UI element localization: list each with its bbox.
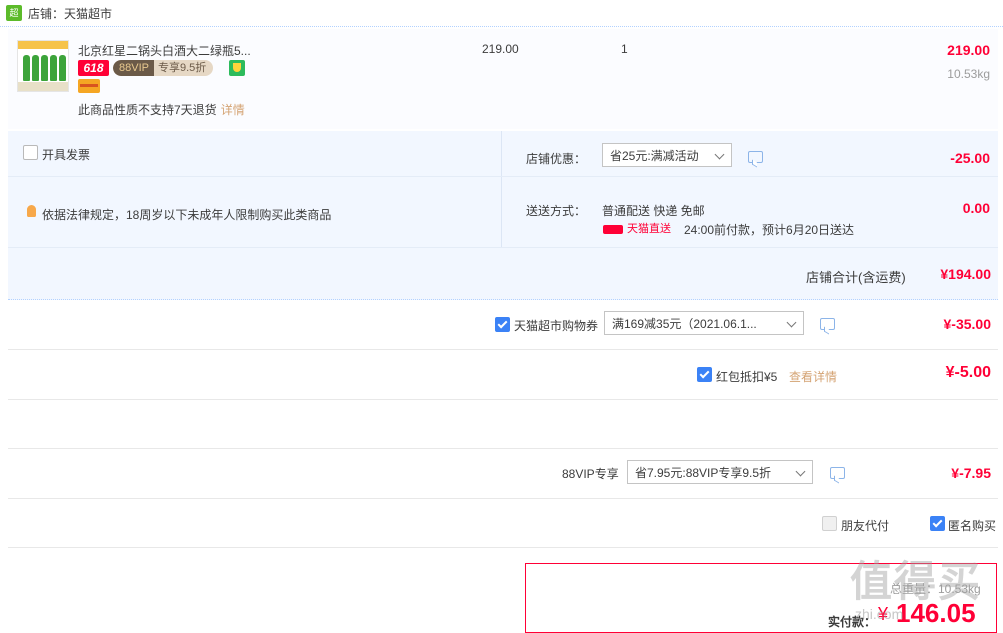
quantity: 1 (621, 42, 628, 56)
unit-price: 219.00 (482, 42, 519, 56)
return-policy-detail-link[interactable]: 详情 (221, 103, 245, 117)
friend-pay-checkbox[interactable] (822, 516, 837, 531)
divider (501, 131, 502, 247)
tmall-coupon-select-value: 满169减35元（2021.06.1... (612, 317, 757, 331)
credit-card-icon (78, 79, 100, 93)
shop-discount-label: 店铺优惠： (526, 152, 587, 166)
promo-618-badge: 618 (78, 60, 109, 76)
tmall-cat-icon (603, 224, 623, 234)
invoice-checkbox[interactable] (23, 145, 38, 160)
shop-discount-amount: -25.00 (950, 150, 990, 166)
vip-badge-right: 专享9.5折 (157, 62, 207, 74)
shop-total-label: 店铺合计(含运费) (806, 270, 906, 285)
tmall-direct-logo: 天猫直送 (603, 220, 675, 235)
shipping-label: 送送方式： (526, 204, 587, 218)
chevron-down-icon (795, 466, 806, 477)
shipping-amount: 0.00 (962, 200, 990, 216)
redpacket-amount: ¥-5.00 (945, 364, 991, 381)
shop-total: ¥194.00 (940, 266, 991, 282)
item-weight: 10.53kg (947, 67, 990, 81)
chevron-down-icon (714, 149, 725, 160)
shop-name[interactable]: 店铺：天猫超市 (28, 5, 112, 22)
legal-notice: 依据法律规定，18周岁以下未成年人限制购买此类商品 (42, 208, 332, 222)
tmall-supermarket-logo-icon: 超市 (6, 5, 22, 34)
shop-discount-select[interactable]: 省25元:满减活动 (602, 143, 732, 167)
guarantee-shield-icon (229, 60, 245, 76)
lightbulb-icon (27, 205, 36, 217)
vip-discount-select-value: 省7.95元:88VIP专享9.5折 (635, 466, 772, 480)
return-policy-note: 此商品性质不支持7天退货 详情 (78, 101, 245, 118)
item-title[interactable]: 北京红星二锅头白酒大二绿瓶5... (78, 42, 251, 59)
message-icon[interactable] (830, 467, 845, 479)
watermark-site: zhi.com (855, 606, 904, 622)
vip-badge-left: 88VIP (113, 60, 154, 76)
tmall-direct-text: 天猫直送 (627, 223, 671, 235)
message-icon[interactable] (748, 151, 763, 163)
chevron-down-icon (786, 317, 797, 328)
vip-discount-badge: 88VIP 专享9.5折 (113, 60, 214, 76)
divider (8, 498, 998, 499)
message-icon[interactable] (820, 318, 835, 330)
tmall-coupon-select[interactable]: 满169减35元（2021.06.1... (604, 311, 804, 335)
product-thumbnail[interactable] (17, 40, 69, 92)
divider (8, 176, 998, 177)
redpacket-detail-link[interactable]: 查看详情 (789, 368, 837, 385)
tmall-coupon-label: 天猫超市购物券 (514, 319, 599, 333)
tmall-coupon-checkbox[interactable] (495, 317, 510, 332)
divider (8, 399, 998, 400)
return-policy-text: 此商品性质不支持7天退货 (78, 103, 217, 117)
redpacket-label: 红包抵扣¥5 (716, 370, 778, 384)
vip-label: 88VIP专享 (562, 467, 619, 481)
shipping-time: 24:00前付款，预计6月20日送达 (684, 223, 855, 237)
divider (8, 349, 998, 350)
invoice-label: 开具发票 (42, 148, 91, 162)
anonymous-label: 匿名购买 (948, 519, 997, 533)
anonymous-checkbox[interactable] (930, 516, 945, 531)
item-subtotal: 219.00 (947, 42, 990, 58)
friend-pay-label: 朋友代付 (841, 519, 890, 533)
redpacket-checkbox[interactable] (697, 367, 712, 382)
divider (8, 448, 998, 449)
watermark-logo: 值得买 (850, 558, 983, 605)
shop-discount-select-value: 省25元:满减活动 (610, 149, 699, 163)
vip-amount: ¥-7.95 (951, 465, 991, 481)
vip-discount-select[interactable]: 省7.95元:88VIP专享9.5折 (627, 460, 813, 484)
shop-header (0, 0, 1003, 27)
tmall-coupon-amount: ¥-35.00 (943, 316, 991, 332)
divider (8, 247, 998, 248)
shipping-method: 普通配送 快递 免邮 (602, 204, 705, 218)
